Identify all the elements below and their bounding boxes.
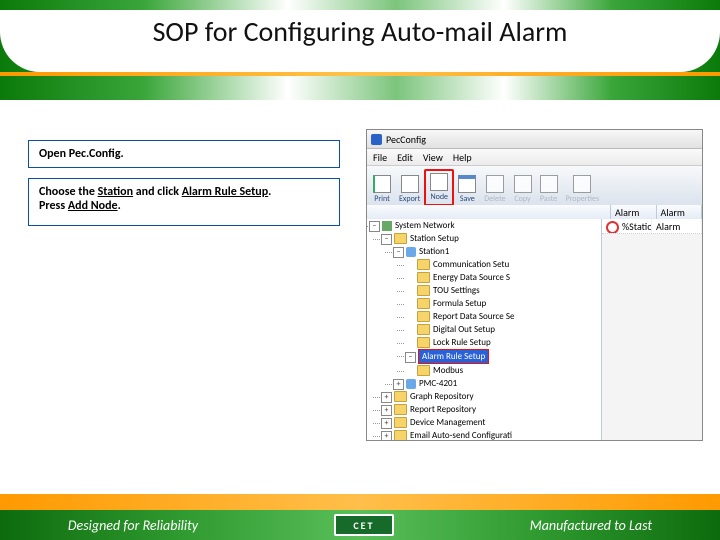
tree-item[interactable]: Energy Data Source S [405, 271, 601, 284]
tree-item[interactable]: Digital Out Setup [405, 323, 601, 336]
tree-station1[interactable]: −Station1 Communication Setu Energy Data… [393, 245, 601, 377]
menu-edit[interactable]: Edit [397, 151, 413, 164]
tree-item[interactable]: Formula Setup [405, 297, 601, 310]
pecconfig-window: PecConfig File Edit View Help Print Expo… [366, 129, 703, 441]
menu-help[interactable]: Help [453, 151, 472, 164]
print-button[interactable]: Print [369, 173, 395, 206]
tree-report[interactable]: +Report Repository [381, 403, 601, 416]
col-alarm-point[interactable]: Alarm Point [611, 205, 657, 219]
tree-item[interactable]: Modbus [405, 364, 601, 377]
grid-row[interactable]: %StationName% %ChannelNa… Alarm [602, 219, 702, 234]
instruction-box-2: Choose the Station and click Alarm Rule … [28, 178, 340, 226]
node-button[interactable]: Node [424, 169, 454, 206]
menu-view[interactable]: View [423, 151, 443, 164]
network-icon [382, 221, 392, 231]
tree-root[interactable]: −System Network −Station Setup −Station1… [369, 219, 601, 440]
tree-panel: −System Network −Station Setup −Station1… [367, 219, 602, 440]
window-titlebar[interactable]: PecConfig [367, 130, 702, 149]
alarm-point-icon [606, 221, 619, 233]
properties-icon [573, 175, 591, 193]
properties-button[interactable]: Properties [562, 173, 604, 206]
instruction1-text: Open Pec.Config. [39, 147, 124, 161]
tree-station-setup[interactable]: −Station Setup −Station1 Communication S… [381, 232, 601, 390]
footer-bar: Designed for Reliability CET Manufacture… [0, 510, 720, 540]
export-icon [401, 175, 419, 193]
paste-button[interactable]: Paste [536, 173, 562, 206]
header-accent [0, 72, 720, 76]
footer-accent [0, 494, 720, 510]
menu-bar: File Edit View Help [367, 149, 702, 166]
col-alarm-class[interactable]: Alarm Class [657, 205, 703, 219]
copy-icon [514, 175, 532, 193]
tree-item[interactable]: Communication Setu [405, 258, 601, 271]
footer-left: Designed for Reliability [68, 517, 198, 534]
paste-icon [540, 175, 558, 193]
print-icon [373, 175, 391, 193]
tree-email[interactable]: +Email Auto-send Configurati [381, 429, 601, 440]
twist-icon[interactable]: − [369, 221, 380, 232]
window-title: PecConfig [386, 133, 426, 146]
cet-logo: CET [334, 514, 394, 536]
page-title: SOP for Configuring Auto-mail Alarm [0, 14, 720, 49]
footer-right: Manufactured to Last [530, 517, 652, 534]
delete-icon [486, 175, 504, 193]
app-icon [371, 134, 382, 145]
tree-item[interactable]: Report Data Source Se [405, 310, 601, 323]
tree-item[interactable]: Lock Rule Setup [405, 336, 601, 349]
save-icon [458, 175, 476, 193]
tree-graph[interactable]: +Graph Repository [381, 390, 601, 403]
menu-file[interactable]: File [373, 151, 387, 164]
cell-alarm-class: Alarm [652, 219, 702, 233]
station-icon [406, 247, 416, 257]
tree-item[interactable]: TOU Settings [405, 284, 601, 297]
grid-header: Alarm Point Alarm Class [367, 205, 702, 220]
tree-alarm-rule-setup[interactable]: −Alarm Rule Setup [405, 349, 601, 364]
instruction-box-1: Open Pec.Config. [28, 140, 340, 168]
delete-button[interactable]: Delete [480, 173, 509, 206]
tree-pmc[interactable]: +PMC-4201 [393, 377, 601, 390]
tree-device[interactable]: +Device Management [381, 416, 601, 429]
save-button[interactable]: Save [454, 173, 480, 206]
tree-header [367, 205, 611, 219]
footer: Designed for Reliability CET Manufacture… [0, 495, 720, 540]
copy-button[interactable]: Copy [510, 173, 536, 206]
export-button[interactable]: Export [395, 173, 424, 206]
cell-alarm-point: %StationName% %ChannelNa… [602, 219, 652, 233]
toolbar: Print Export Node Save Delete Copy Paste… [367, 166, 702, 209]
folder-icon [394, 233, 407, 244]
node-icon [430, 173, 448, 191]
